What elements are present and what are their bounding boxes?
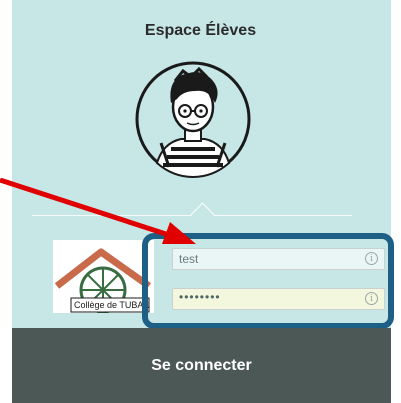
college-logo: Collège de TUBAN xyxy=(53,240,154,313)
student-avatar xyxy=(135,61,251,179)
pointer-arrow-icon xyxy=(0,178,196,244)
connect-button[interactable]: Se connecter xyxy=(12,328,391,403)
page-title: Espace Élèves xyxy=(144,22,257,39)
logo-text: Collège de TUBAN xyxy=(74,300,150,310)
